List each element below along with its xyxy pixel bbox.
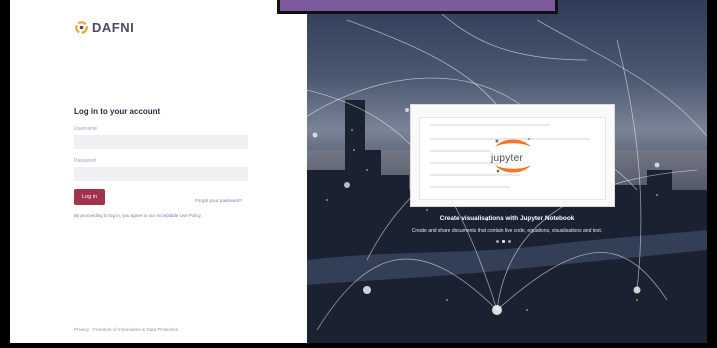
hero-panel: jupyter Create visualisations with Jupyt…: [307, 0, 707, 343]
slide-title: Create visualisations with Jupyter Noteb…: [439, 215, 575, 222]
carousel-dots: [496, 240, 511, 243]
jupyter-wordmark: jupyter: [491, 153, 524, 164]
jupyter-preview-card: jupyter: [410, 104, 615, 207]
carousel-dot[interactable]: [508, 240, 511, 243]
policy-prefix: By proceeding to log in, you agree to ou…: [74, 213, 156, 218]
brand-name: DAFNI: [92, 20, 135, 35]
page-title: Log in to your account: [74, 107, 161, 116]
login-panel: DAFNI Log in to your account Username Pa…: [10, 0, 307, 343]
acceptable-use-policy-link[interactable]: Acceptable Use Policy: [156, 213, 200, 218]
dafni-logo: DAFNI: [74, 20, 134, 35]
username-input[interactable]: [74, 135, 248, 149]
footer-links[interactable]: Privacy · Freedom of Information & Data …: [74, 327, 178, 332]
slide-subtitle: Create and share documents that contain …: [411, 228, 603, 234]
login-button[interactable]: Log in: [74, 189, 105, 205]
carousel-dot[interactable]: [496, 240, 499, 243]
password-input[interactable]: [74, 167, 248, 181]
dafni-logo-icon: [75, 21, 88, 34]
forgot-password-link[interactable]: Forgot your password?: [195, 198, 242, 203]
screen-frame: DAFNI Log in to your account Username Pa…: [0, 0, 717, 348]
policy-suffix: .: [200, 213, 202, 218]
policy-text: By proceeding to log in, you agree to ou…: [74, 213, 202, 218]
username-label: Username: [74, 126, 98, 132]
top-overlay-tab: [277, 0, 558, 14]
password-label: Password: [74, 158, 96, 164]
carousel-dot-active[interactable]: [502, 240, 505, 243]
